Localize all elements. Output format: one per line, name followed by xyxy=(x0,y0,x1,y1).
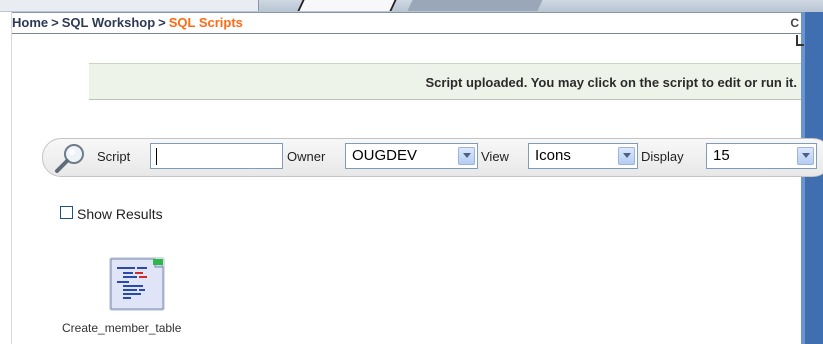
breadcrumb-home[interactable]: Home xyxy=(12,15,48,30)
display-label: Display xyxy=(641,149,684,164)
sql-script-file-icon[interactable] xyxy=(107,255,167,313)
browser-top-bar xyxy=(0,0,823,13)
breadcrumb-separator: > xyxy=(158,15,166,30)
chevron-down-icon[interactable] xyxy=(797,147,814,165)
show-results-checkbox[interactable] xyxy=(60,206,73,219)
view-label: View xyxy=(481,149,509,164)
left-margin xyxy=(0,12,12,344)
chevron-down-icon[interactable] xyxy=(458,147,475,165)
owner-selected-value: OUGDEV xyxy=(352,147,418,164)
display-selected-value: 15 xyxy=(713,147,730,164)
top-tab-right xyxy=(407,0,543,11)
display-select[interactable]: 15 xyxy=(706,143,817,169)
top-tab-middle xyxy=(297,0,397,11)
script-label: Script xyxy=(97,149,131,164)
corner-mark xyxy=(796,35,804,46)
owner-label: Owner xyxy=(287,149,326,164)
success-message: Script uploaded. You may click on the sc… xyxy=(425,75,797,90)
show-results-label[interactable]: Show Results xyxy=(77,206,163,222)
breadcrumb: Home > SQL Workshop > SQL Scripts xyxy=(12,13,801,34)
chevron-down-icon[interactable] xyxy=(618,147,635,165)
script-search-input[interactable] xyxy=(150,143,283,169)
breadcrumb-current-sql-scripts: SQL Scripts xyxy=(168,15,243,30)
view-select[interactable]: Icons xyxy=(528,143,638,169)
corner-letter: C xyxy=(790,16,799,30)
breadcrumb-sql-workshop[interactable]: SQL Workshop xyxy=(62,15,155,30)
success-notice: Script uploaded. You may click on the sc… xyxy=(89,63,801,100)
view-selected-value: Icons xyxy=(535,147,571,164)
breadcrumb-separator: > xyxy=(51,15,59,30)
script-name[interactable]: Create_member_table xyxy=(62,321,232,335)
top-tab-left xyxy=(0,0,259,11)
right-window-edge xyxy=(801,12,823,344)
text-caret xyxy=(156,148,157,165)
magnifier-icon xyxy=(55,144,84,173)
owner-select[interactable]: OUGDEV xyxy=(345,143,478,169)
